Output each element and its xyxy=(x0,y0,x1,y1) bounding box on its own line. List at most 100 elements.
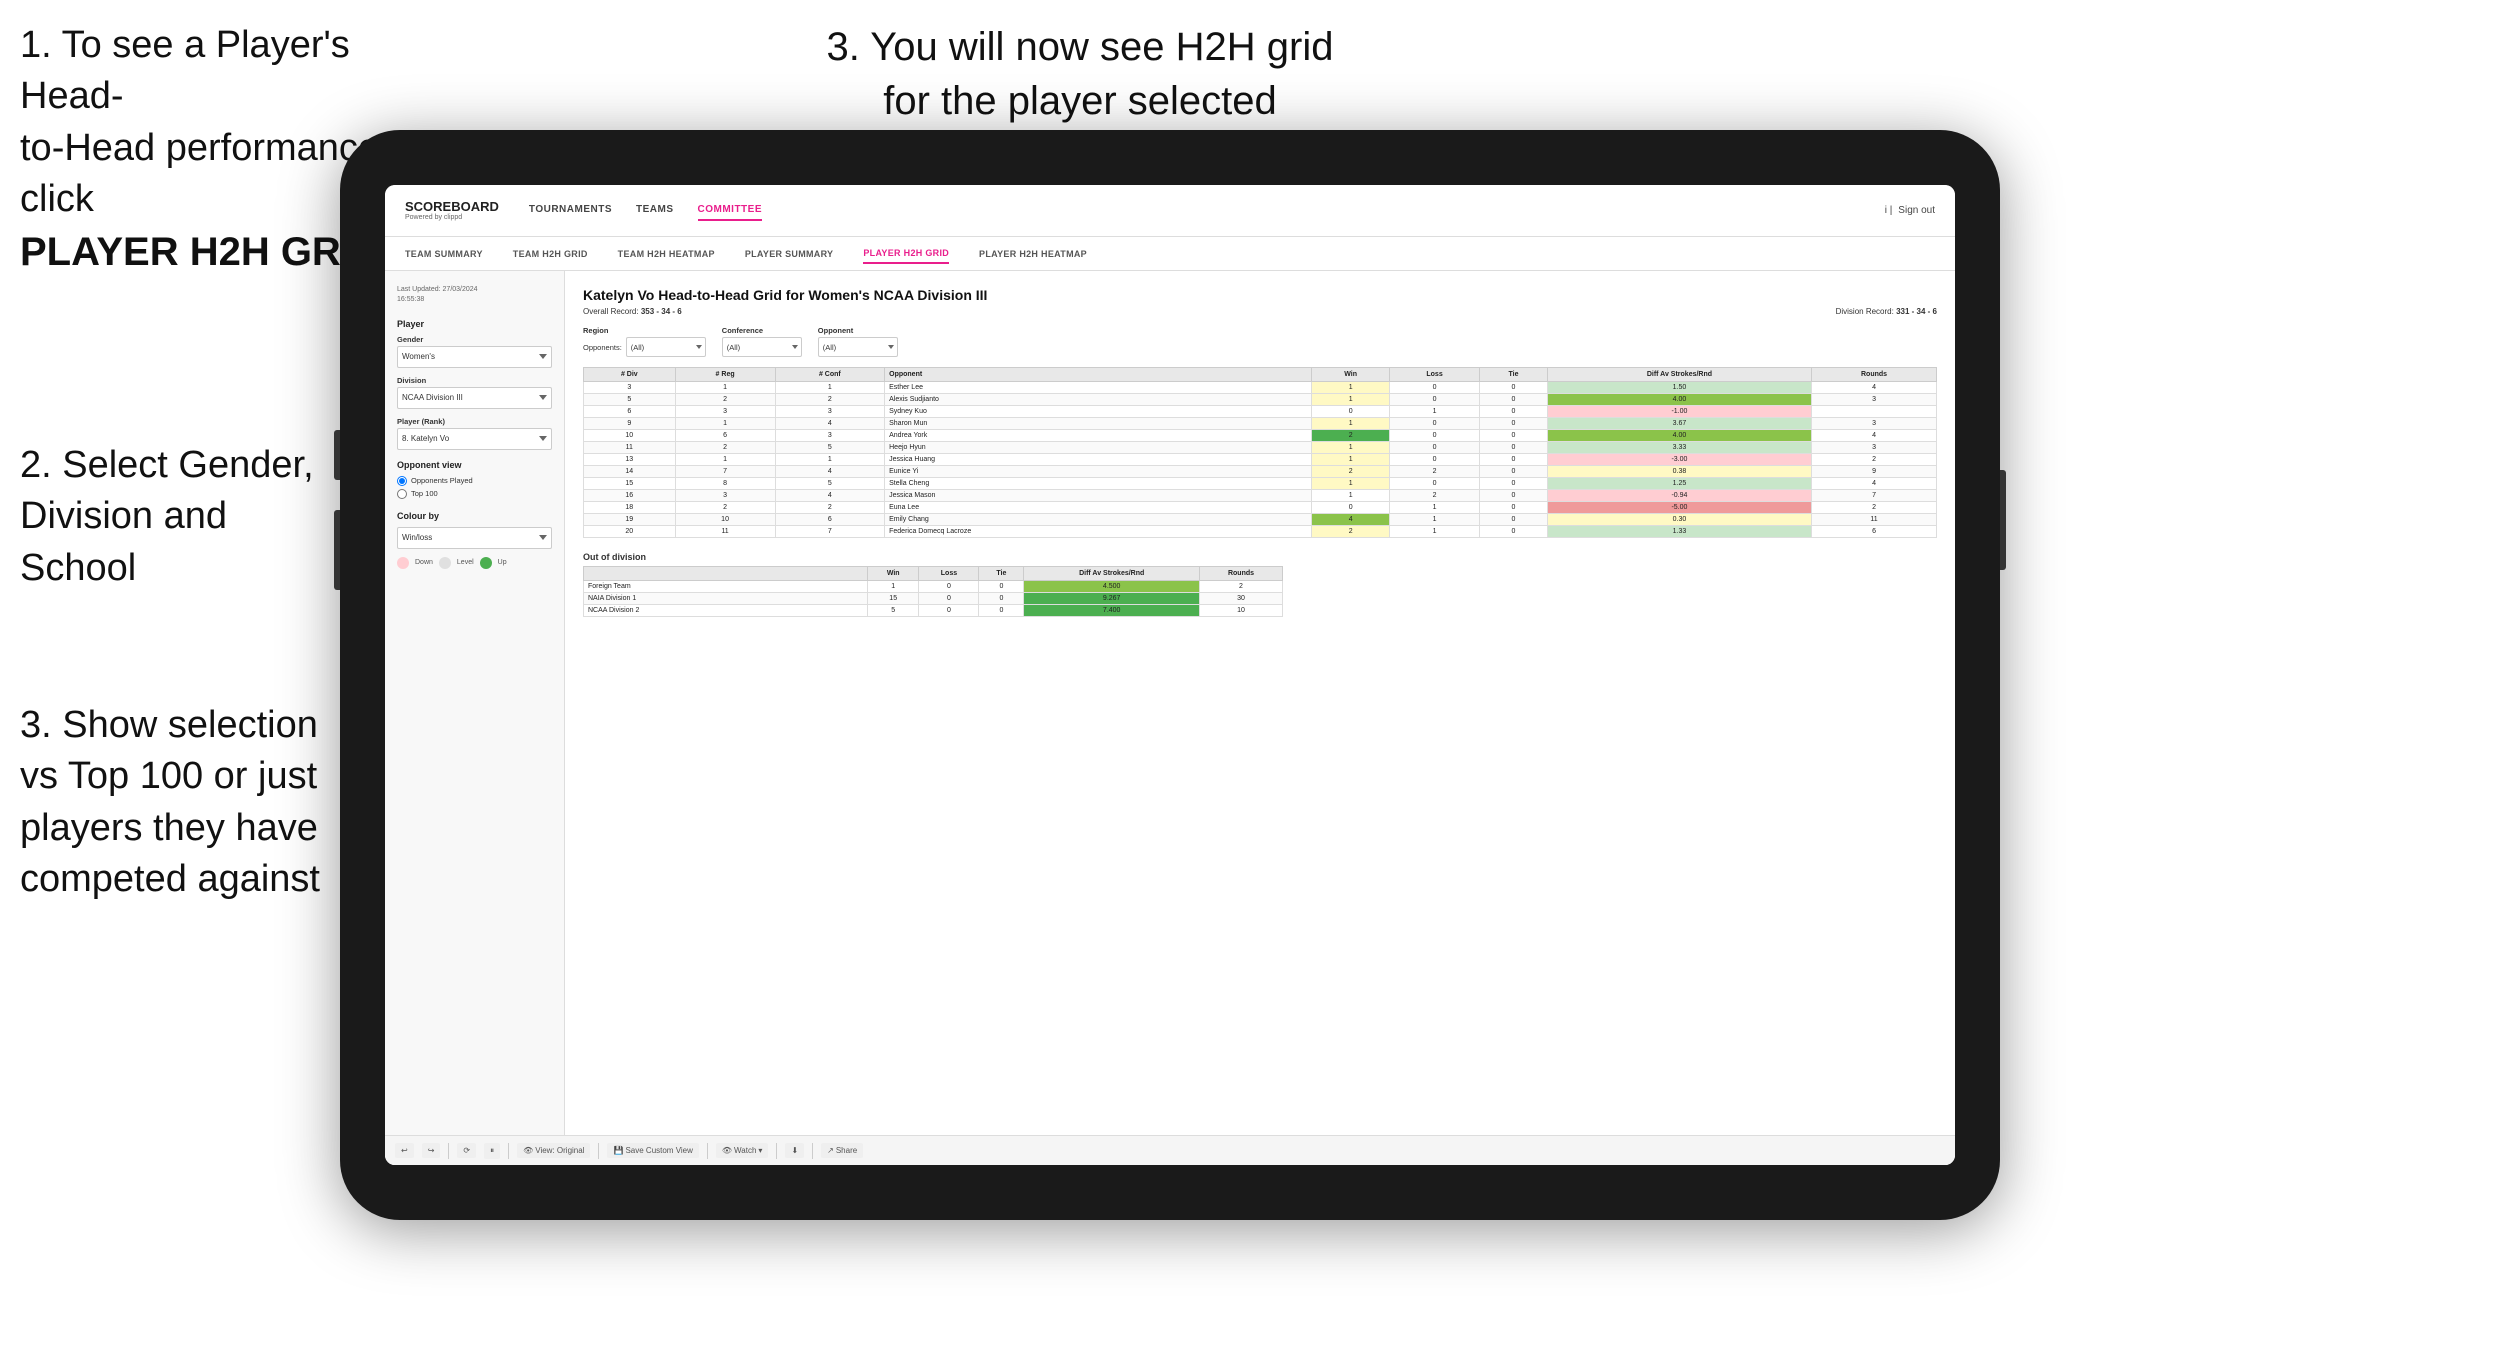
cell-reg: 2 xyxy=(675,394,775,406)
ood-cell-rounds: 30 xyxy=(1200,593,1283,605)
cell-tie: 0 xyxy=(1480,394,1548,406)
nav-teams[interactable]: TEAMS xyxy=(636,200,674,221)
sub-nav-player-h2h-heatmap[interactable]: PLAYER H2H HEATMAP xyxy=(979,245,1087,263)
col-loss: Loss xyxy=(1389,368,1479,382)
legend-up-label: Up xyxy=(498,559,507,566)
division-label: Division xyxy=(397,376,552,385)
region-select[interactable]: (All) xyxy=(626,337,706,357)
ood-cell-win: 5 xyxy=(867,605,919,617)
cell-tie: 0 xyxy=(1480,502,1548,514)
cell-tie: 0 xyxy=(1480,490,1548,502)
nav-tournaments[interactable]: TOURNAMENTS xyxy=(529,200,612,221)
cell-conf: 6 xyxy=(775,514,885,526)
ood-cell-label: NCAA Division 2 xyxy=(584,605,868,617)
legend-level-dot xyxy=(439,557,451,569)
top100-radio[interactable]: Top 100 xyxy=(397,489,552,499)
cell-reg: 8 xyxy=(675,478,775,490)
out-of-div-table: Win Loss Tie Diff Av Strokes/Rnd Rounds … xyxy=(583,566,1283,617)
opponent-select[interactable]: (All) xyxy=(818,337,898,357)
cell-opponent: Eunice Yi xyxy=(885,466,1312,478)
cell-loss: 0 xyxy=(1389,442,1479,454)
cell-opponent: Andrea York xyxy=(885,430,1312,442)
revert-btn[interactable]: ⟳ xyxy=(457,1143,476,1158)
division-select[interactable]: NCAA Division III xyxy=(397,387,552,409)
gender-filter-group: Gender Women's xyxy=(397,335,552,368)
gender-select[interactable]: Women's xyxy=(397,346,552,368)
division-record: Division Record: 331 - 34 - 6 xyxy=(1836,307,1937,316)
cell-rounds: 3 xyxy=(1812,418,1937,430)
view-original-btn[interactable]: 👁 View: Original xyxy=(517,1143,590,1158)
cell-div: 9 xyxy=(584,418,676,430)
legend-level-label: Level xyxy=(457,559,474,566)
cell-loss: 0 xyxy=(1389,394,1479,406)
cell-loss: 1 xyxy=(1389,526,1479,538)
sign-out-link[interactable]: Sign out xyxy=(1898,205,1935,216)
sub-nav-player-h2h-grid[interactable]: PLAYER H2H GRID xyxy=(863,244,949,264)
col-conf: # Conf xyxy=(775,368,885,382)
sub-nav-team-summary[interactable]: TEAM SUMMARY xyxy=(405,245,483,263)
cell-reg: 2 xyxy=(675,442,775,454)
cell-rounds: 7 xyxy=(1812,490,1937,502)
cell-opponent: Euna Lee xyxy=(885,502,1312,514)
cell-loss: 2 xyxy=(1389,466,1479,478)
download-btn[interactable]: ⬇ xyxy=(785,1143,804,1158)
cell-win: 0 xyxy=(1312,406,1390,418)
toolbar-sep-4 xyxy=(707,1143,708,1159)
opponent-view-title: Opponent view xyxy=(397,460,552,470)
cell-tie: 0 xyxy=(1480,418,1548,430)
col-rounds: Rounds xyxy=(1812,368,1937,382)
app-logo: SCOREBOARD Powered by clippd xyxy=(405,200,499,222)
cell-div: 6 xyxy=(584,406,676,418)
cell-opponent: Sharon Mun xyxy=(885,418,1312,430)
opponent-filter-label: Opponent xyxy=(818,326,898,335)
app-nav: SCOREBOARD Powered by clippd TOURNAMENTS… xyxy=(385,185,1955,237)
undo-btn[interactable]: ↩ xyxy=(395,1143,414,1158)
cell-opponent: Esther Lee xyxy=(885,382,1312,394)
cell-conf: 2 xyxy=(775,502,885,514)
conference-select[interactable]: (All) xyxy=(722,337,802,357)
watch-btn[interactable]: 👁 Watch ▾ xyxy=(716,1143,769,1158)
cell-win: 1 xyxy=(1312,394,1390,406)
table-row: 10 6 3 Andrea York 2 0 0 4.00 4 xyxy=(584,430,1937,442)
table-row: 3 1 1 Esther Lee 1 0 0 1.50 4 xyxy=(584,382,1937,394)
share-btn[interactable]: ↗ Share xyxy=(821,1143,863,1158)
cell-loss: 0 xyxy=(1389,382,1479,394)
main-content: Last Updated: 27/03/2024 16:55:38 Player… xyxy=(385,271,1955,1165)
cell-conf: 1 xyxy=(775,382,885,394)
toolbar-sep-6 xyxy=(812,1143,813,1159)
colour-by-select[interactable]: Win/loss xyxy=(397,527,552,549)
overall-record: Overall Record: 353 - 34 - 6 xyxy=(583,307,682,316)
sub-nav-team-h2h-grid[interactable]: TEAM H2H GRID xyxy=(513,245,588,263)
cell-rounds: 4 xyxy=(1812,382,1937,394)
ood-cell-win: 15 xyxy=(867,593,919,605)
player-rank-select[interactable]: 8. Katelyn Vo xyxy=(397,428,552,450)
instruction-step3-right: 3. You will now see H2H grid for the pla… xyxy=(800,20,1360,128)
toolbar-sep-1 xyxy=(448,1143,449,1159)
opponents-played-radio[interactable]: Opponents Played xyxy=(397,476,552,486)
sub-nav-player-summary[interactable]: PLAYER SUMMARY xyxy=(745,245,834,263)
cell-div: 18 xyxy=(584,502,676,514)
nav-committee[interactable]: COMMITTEE xyxy=(698,200,763,221)
ood-cell-tie: 0 xyxy=(979,593,1024,605)
ood-cell-loss: 0 xyxy=(919,581,979,593)
cell-rounds: 4 xyxy=(1812,478,1937,490)
cell-div: 20 xyxy=(584,526,676,538)
instruction-step2: 2. Select Gender, Division and School xyxy=(20,440,330,594)
sub-nav-team-h2h-heatmap[interactable]: TEAM H2H HEATMAP xyxy=(618,245,715,263)
cell-conf: 4 xyxy=(775,466,885,478)
table-row: 11 2 5 Heejo Hyun 1 0 0 3.33 3 xyxy=(584,442,1937,454)
ood-cell-diff: 4.500 xyxy=(1024,581,1200,593)
table-row: 16 3 4 Jessica Mason 1 2 0 -0.94 7 xyxy=(584,490,1937,502)
redo-btn[interactable]: ↪ xyxy=(422,1143,441,1158)
cell-tie: 0 xyxy=(1480,478,1548,490)
save-custom-view-btn[interactable]: 💾 Save Custom View xyxy=(607,1143,698,1158)
cell-diff: -1.00 xyxy=(1547,406,1811,418)
player-rank-filter-group: Player (Rank) 8. Katelyn Vo xyxy=(397,417,552,450)
cell-rounds: 9 xyxy=(1812,466,1937,478)
toolbar-sep-2 xyxy=(508,1143,509,1159)
right-content: Katelyn Vo Head-to-Head Grid for Women's… xyxy=(565,271,1955,1165)
cell-tie: 0 xyxy=(1480,430,1548,442)
cell-div: 14 xyxy=(584,466,676,478)
cell-div: 11 xyxy=(584,442,676,454)
pause-btn[interactable]: ⏸ xyxy=(484,1143,500,1159)
